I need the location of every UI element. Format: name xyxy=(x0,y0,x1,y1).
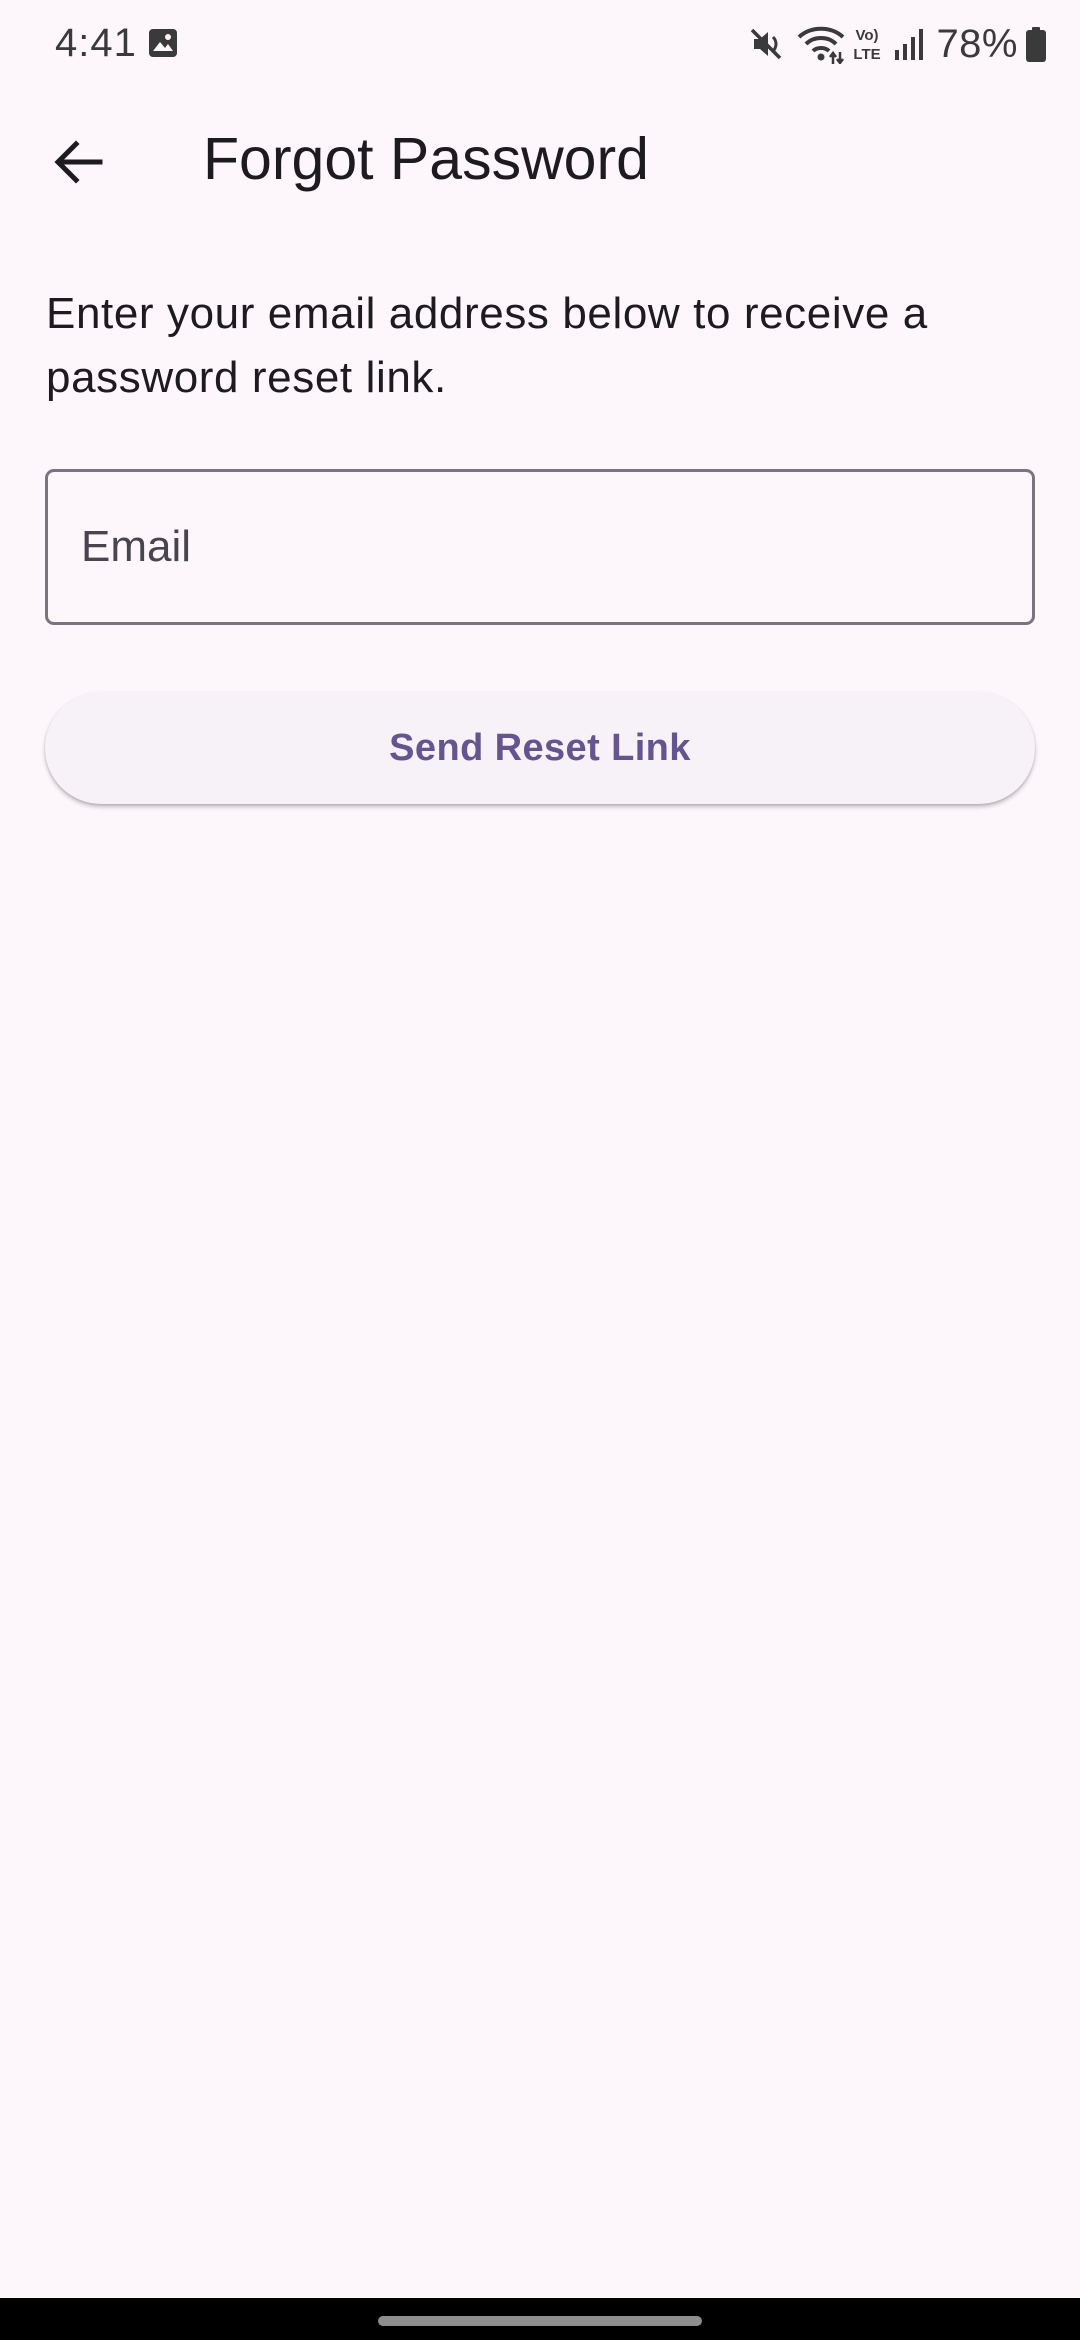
send-reset-link-label: Send Reset Link xyxy=(389,726,691,769)
send-reset-link-button[interactable]: Send Reset Link xyxy=(45,692,1035,804)
status-bar: 4:41 Vo) LTE 78% xyxy=(0,0,1080,88)
signal-icon xyxy=(895,29,924,60)
system-navigation-bar xyxy=(0,2298,1080,2340)
arrow-back-icon xyxy=(54,140,103,184)
app-bar: Forgot Password xyxy=(0,100,1080,216)
status-icons: Vo) LTE 78% xyxy=(746,18,1048,70)
mute-icon xyxy=(751,28,782,60)
email-input[interactable] xyxy=(48,472,1032,622)
volte-label-bottom: LTE xyxy=(854,46,881,63)
page-title: Forgot Password xyxy=(203,126,649,192)
battery-percent: 78% xyxy=(936,21,1018,66)
instructions-text: Enter your email address below to receiv… xyxy=(46,289,928,402)
gallery-icon xyxy=(149,29,177,57)
volte-icon: Vo) LTE xyxy=(854,27,881,63)
home-gesture-handle[interactable] xyxy=(378,2316,702,2326)
battery-icon xyxy=(1026,27,1046,62)
wifi-icon xyxy=(798,26,845,64)
volte-label-top: Vo) xyxy=(856,27,879,44)
email-field[interactable] xyxy=(45,469,1035,625)
status-time: 4:41 xyxy=(55,21,137,65)
back-button[interactable] xyxy=(34,118,122,206)
